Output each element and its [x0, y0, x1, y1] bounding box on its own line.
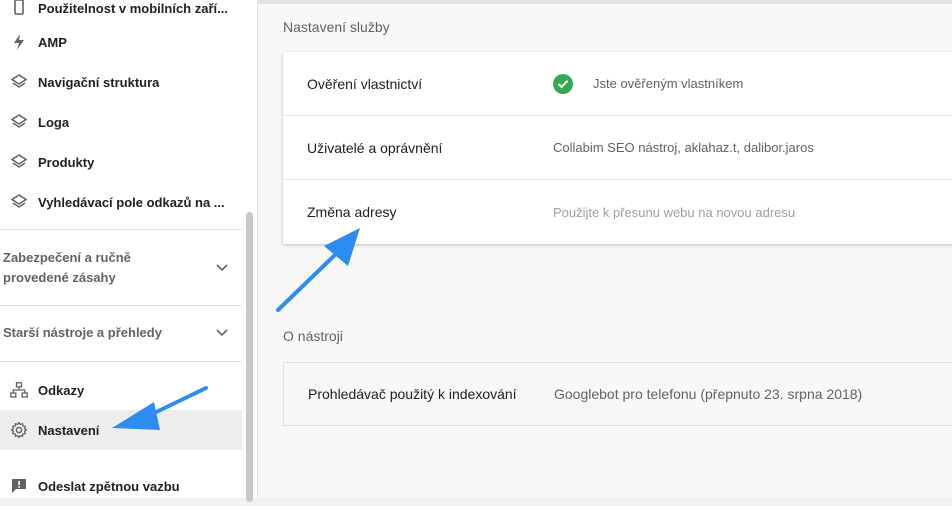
sidebar-item-label: Loga: [38, 114, 70, 130]
row-value: Collabim SEO nástroj, aklahaz.t, dalibor…: [553, 140, 814, 155]
settings-row-change-of-address[interactable]: Změna adresy Použijte k přesunu webu na …: [283, 180, 952, 244]
sidebar-item-label: Navigační struktura: [38, 74, 160, 90]
gear-icon: [0, 421, 38, 439]
sidebar-divider: [0, 229, 242, 230]
sidebar-section-legacy-tools[interactable]: Starší nástroje a přehledy: [0, 323, 242, 343]
service-settings-card: Ověření vlastnictví Jste ověřeným vlastn…: [283, 52, 952, 244]
settings-row-users-permissions[interactable]: Uživatelé a oprávnění Collabim SEO nástr…: [283, 116, 952, 180]
row-value-crawler: Googlebot pro telefonu (přepnuto 23. srp…: [554, 386, 863, 402]
sidebar: Použitelnost v mobilních zaří... AMP Nav…: [0, 0, 258, 502]
sidebar-divider: [0, 305, 242, 306]
sidebar-item-label: AMP: [38, 34, 67, 50]
chevron-down-icon: [216, 258, 228, 278]
sidebar-item-label: Odeslat zpětnou vazbu: [38, 478, 180, 494]
header-divider: [258, 0, 952, 4]
sidebar-item-links[interactable]: Odkazy: [0, 370, 242, 410]
sidebar-item-products[interactable]: Produkty: [0, 142, 242, 182]
sidebar-item-amp[interactable]: AMP: [0, 22, 242, 62]
check-circle-icon: [553, 73, 573, 94]
settings-row-ownership-verification[interactable]: Ověření vlastnictví Jste ověřeným vlastn…: [283, 52, 952, 116]
sidebar-item-label: Produkty: [38, 154, 95, 170]
sidebar-section-security[interactable]: Zabezpečení a ručně provedené zásahy: [0, 248, 242, 288]
sidebar-item-sitelinks-searchbox[interactable]: Vyhledávací pole odkazů na ...: [0, 182, 242, 222]
sidebar-item-breadcrumbs[interactable]: Navigační struktura: [0, 62, 242, 102]
sidebar-divider: [0, 361, 242, 362]
about-card: Prohledávač použitý k indexování Googleb…: [283, 362, 952, 426]
sidebar-item-logos[interactable]: Loga: [0, 102, 242, 142]
lightning-icon: [0, 34, 38, 50]
row-value: Jste ověřeným vlastníkem: [553, 73, 744, 94]
layers-icon: [0, 114, 38, 130]
sidebar-scrollbar[interactable]: [246, 212, 253, 502]
sidebar-item-label: Nastavení: [38, 422, 100, 438]
main-content: Nastavení služby Ověření vlastnictví Jst…: [258, 0, 952, 498]
row-label: Uživatelé a oprávnění: [307, 139, 443, 156]
layers-icon: [0, 74, 38, 90]
layers-icon: [0, 154, 38, 170]
row-value-text: Jste ověřeným vlastníkem: [593, 76, 744, 91]
row-label-crawler: Prohledávač použitý k indexování: [308, 386, 517, 402]
sidebar-item-label: Použitelnost v mobilních zaří...: [38, 0, 228, 16]
row-value: Použijte k přesunu webu na novou adresu: [553, 204, 796, 220]
row-label: Ověření vlastnictví: [307, 75, 423, 92]
row-label: Změna adresy: [307, 204, 397, 220]
chevron-down-icon: [216, 323, 228, 343]
sidebar-section-label: Starší nástroje a přehledy: [3, 325, 162, 340]
section-title-about: O nástroji: [283, 328, 343, 344]
sidebar-item-settings[interactable]: Nastavení: [0, 410, 242, 450]
sidebar-section-label: Zabezpečení a ručně provedené zásahy: [3, 250, 131, 285]
sidebar-item-send-feedback[interactable]: Odeslat zpětnou vazbu: [0, 466, 242, 506]
feedback-icon: [0, 478, 38, 494]
section-title-service-settings: Nastavení služby: [283, 19, 390, 35]
sidebar-item-label: Vyhledávací pole odkazů na ...: [38, 194, 225, 210]
phone-icon: [0, 0, 38, 16]
layers-icon: [0, 194, 38, 210]
sidebar-item-label: Odkazy: [38, 382, 85, 398]
sitemap-icon: [0, 382, 38, 398]
